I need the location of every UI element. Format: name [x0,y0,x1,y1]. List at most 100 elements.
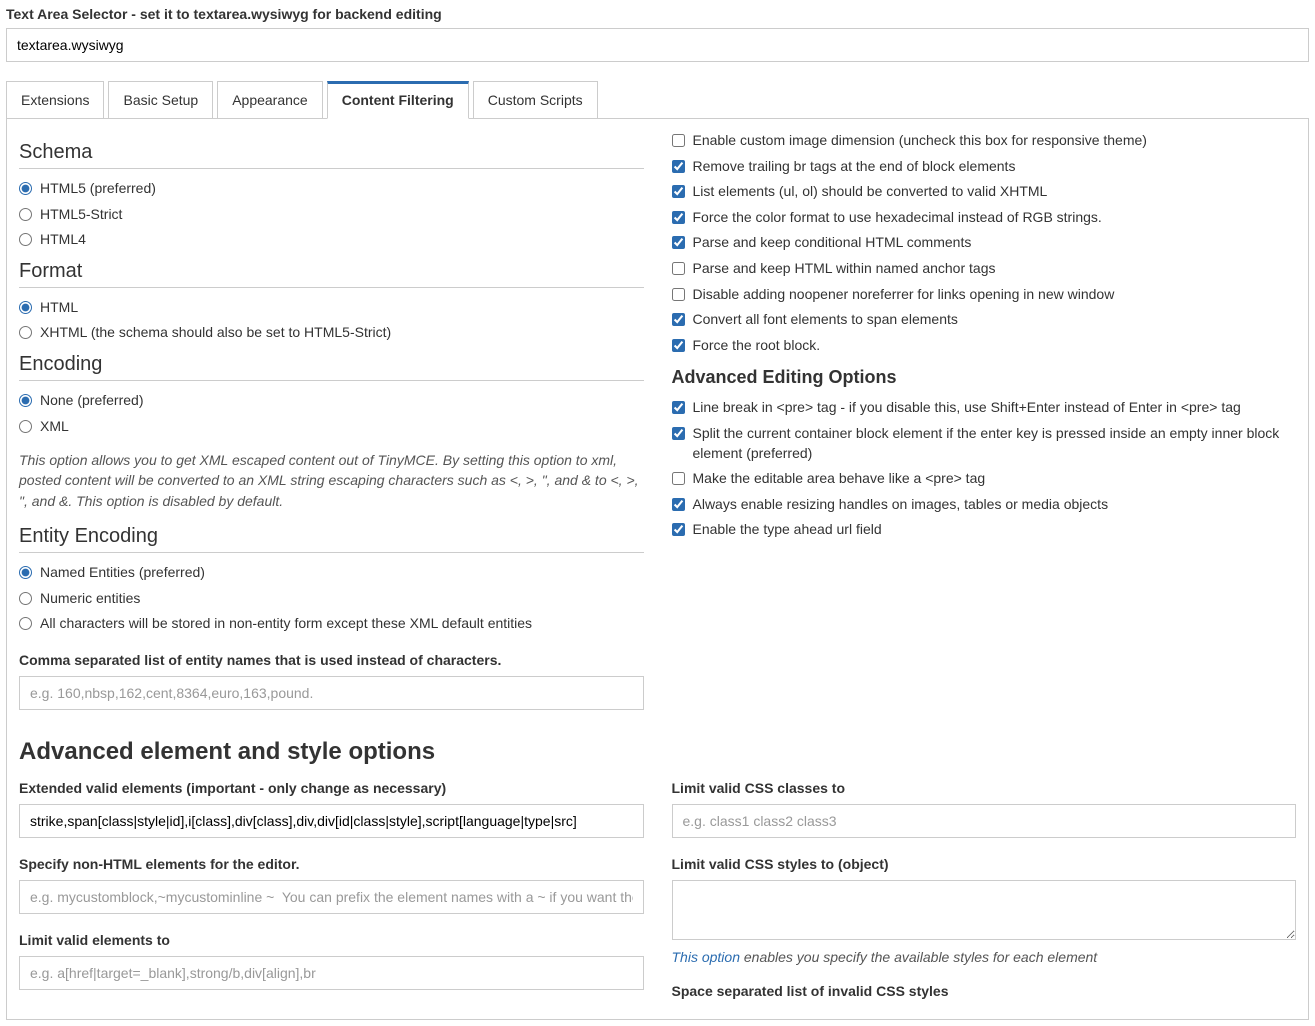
option-check-label: Force the color format to use hexadecima… [693,208,1102,228]
limit-valid-elements-input[interactable] [19,956,644,990]
adv-check-checkbox[interactable] [672,472,685,485]
entity-list-input[interactable] [19,676,644,710]
nonhtml-elements-input[interactable] [19,880,644,914]
adv-check-row[interactable]: Line break in <pre> tag - if you disable… [672,398,1297,418]
tab-appearance[interactable]: Appearance [217,81,323,119]
entity-radio[interactable] [19,566,32,579]
adv-check-checkbox[interactable] [672,401,685,414]
option-check-checkbox[interactable] [672,236,685,249]
option-check-row[interactable]: Force the root block. [672,336,1297,356]
entity-option-label: Named Entities (preferred) [40,563,205,583]
option-check-row[interactable]: Parse and keep conditional HTML comments [672,233,1297,253]
option-check-label: List elements (ul, ol) should be convert… [693,182,1048,202]
entity-radio[interactable] [19,617,32,630]
encoding-option[interactable]: None (preferred) [19,391,644,411]
entity-encoding-heading: Entity Encoding [19,525,644,553]
entity-option-label: All characters will be stored in non-ent… [40,614,532,634]
advanced-element-heading: Advanced element and style options [19,738,1296,766]
adv-check-row[interactable]: Make the editable area behave like a <pr… [672,469,1297,489]
limit-valid-elements-label: Limit valid elements to [19,932,644,948]
schema-heading: Schema [19,141,644,169]
option-check-label: Convert all font elements to span elemen… [693,310,958,330]
nonhtml-elements-label: Specify non-HTML elements for the editor… [19,856,644,872]
entity-list-label: Comma separated list of entity names tha… [19,652,644,668]
option-check-row[interactable]: Parse and keep HTML within named anchor … [672,259,1297,279]
encoding-option-label: XML [40,417,69,437]
schema-option-label: HTML5-Strict [40,205,122,225]
encoding-radio[interactable] [19,420,32,433]
option-check-checkbox[interactable] [672,288,685,301]
schema-option[interactable]: HTML4 [19,230,644,250]
adv-check-checkbox[interactable] [672,498,685,511]
tab-custom-scripts[interactable]: Custom Scripts [473,81,598,119]
schema-option[interactable]: HTML5 (preferred) [19,179,644,199]
extended-valid-input[interactable] [19,804,644,838]
schema-option-label: HTML5 (preferred) [40,179,156,199]
option-check-row[interactable]: Remove trailing br tags at the end of bl… [672,157,1297,177]
entity-option[interactable]: Named Entities (preferred) [19,563,644,583]
format-option[interactable]: HTML [19,298,644,318]
schema-option-label: HTML4 [40,230,86,250]
tab-basic-setup[interactable]: Basic Setup [108,81,213,119]
option-check-checkbox[interactable] [672,160,685,173]
schema-radio[interactable] [19,182,32,195]
adv-check-row[interactable]: Always enable resizing handles on images… [672,495,1297,515]
adv-check-checkbox[interactable] [672,523,685,536]
option-check-row[interactable]: Enable custom image dimension (uncheck t… [672,131,1297,151]
schema-radio[interactable] [19,208,32,221]
tab-content-filtering[interactable]: Content Filtering [327,81,469,119]
entity-option-label: Numeric entities [40,589,140,609]
adv-check-label: Always enable resizing handles on images… [693,495,1109,515]
adv-check-label: Make the editable area behave like a <pr… [693,469,986,489]
invalid-css-styles-label: Space separated list of invalid CSS styl… [672,983,1297,999]
encoding-option-label: None (preferred) [40,391,144,411]
option-check-row[interactable]: Force the color format to use hexadecima… [672,208,1297,228]
this-option-link[interactable]: This option [672,949,740,965]
option-check-row[interactable]: Disable adding noopener noreferrer for l… [672,285,1297,305]
encoding-heading: Encoding [19,353,644,381]
adv-check-label: Line break in <pre> tag - if you disable… [693,398,1241,418]
option-check-row[interactable]: List elements (ul, ol) should be convert… [672,182,1297,202]
advanced-editing-heading: Advanced Editing Options [672,367,1297,388]
adv-check-row[interactable]: Enable the type ahead url field [672,520,1297,540]
textarea-selector-label: Text Area Selector - set it to textarea.… [6,6,1309,22]
option-check-label: Remove trailing br tags at the end of bl… [693,157,1016,177]
schema-radio[interactable] [19,233,32,246]
extended-valid-label: Extended valid elements (important - onl… [19,780,644,796]
schema-option[interactable]: HTML5-Strict [19,205,644,225]
encoding-option[interactable]: XML [19,417,644,437]
adv-check-label: Enable the type ahead url field [693,520,882,540]
format-option-label: XHTML (the schema should also be set to … [40,323,391,343]
encoding-radio[interactable] [19,394,32,407]
adv-check-label: Split the current container block elemen… [693,424,1297,463]
option-check-label: Force the root block. [693,336,821,356]
format-option[interactable]: XHTML (the schema should also be set to … [19,323,644,343]
limit-css-styles-textarea[interactable] [672,880,1297,940]
adv-check-row[interactable]: Split the current container block elemen… [672,424,1297,463]
option-check-checkbox[interactable] [672,339,685,352]
entity-radio[interactable] [19,592,32,605]
option-check-label: Disable adding noopener noreferrer for l… [693,285,1115,305]
option-check-label: Enable custom image dimension (uncheck t… [693,131,1147,151]
limit-css-styles-label: Limit valid CSS styles to (object) [672,856,1297,872]
limit-css-classes-label: Limit valid CSS classes to [672,780,1297,796]
tab-extensions[interactable]: Extensions [6,81,104,119]
format-heading: Format [19,260,644,288]
option-check-row[interactable]: Convert all font elements to span elemen… [672,310,1297,330]
option-check-checkbox[interactable] [672,134,685,147]
encoding-help: This option allows you to get XML escape… [19,450,644,511]
option-check-checkbox[interactable] [672,313,685,326]
format-option-label: HTML [40,298,78,318]
limit-css-classes-input[interactable] [672,804,1297,838]
format-radio[interactable] [19,326,32,339]
css-styles-note: This option enables you specify the avai… [672,949,1297,965]
textarea-selector-input[interactable] [6,28,1309,62]
entity-option[interactable]: All characters will be stored in non-ent… [19,614,644,634]
option-check-checkbox[interactable] [672,211,685,224]
option-check-checkbox[interactable] [672,262,685,275]
option-check-label: Parse and keep HTML within named anchor … [693,259,996,279]
option-check-checkbox[interactable] [672,185,685,198]
format-radio[interactable] [19,301,32,314]
adv-check-checkbox[interactable] [672,427,685,440]
entity-option[interactable]: Numeric entities [19,589,644,609]
